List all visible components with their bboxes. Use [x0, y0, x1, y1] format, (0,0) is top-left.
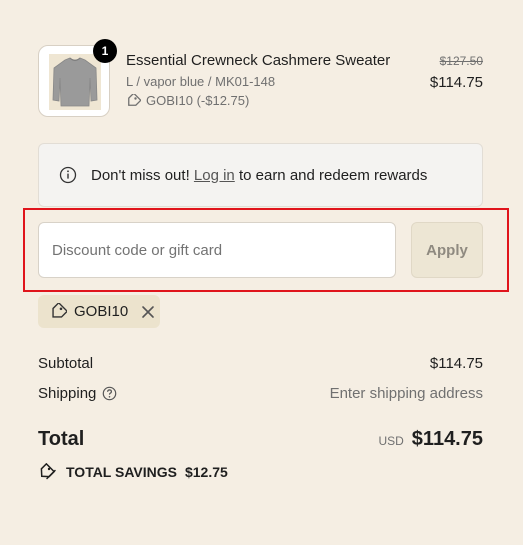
applied-discount-chip: GOBI10: [38, 295, 160, 328]
shipping-value: Enter shipping address: [329, 385, 483, 402]
discount-code-input[interactable]: [38, 222, 396, 278]
total-value-group: USD $114.75: [378, 428, 483, 451]
apply-button[interactable]: Apply: [411, 222, 483, 278]
quantity-badge: 1: [93, 39, 117, 63]
currency-code: USD: [378, 434, 404, 448]
rewards-prefix: Don't miss out!: [91, 166, 190, 184]
login-link[interactable]: Log in: [194, 167, 235, 184]
total-savings: TOTAL SAVINGS $12.75: [38, 463, 228, 481]
product-discount-label: GOBI10 (-$12.75): [146, 93, 250, 108]
shipping-label: Shipping: [38, 385, 97, 402]
total-amount: $114.75: [411, 428, 483, 450]
total-label: Total: [38, 428, 85, 450]
original-price: $127.50: [439, 54, 483, 68]
sweater-image: [49, 54, 101, 110]
subtotal-value: $114.75: [429, 355, 483, 372]
shipping-label-group: Shipping: [38, 385, 117, 402]
product-title: Essential Crewneck Cashmere Sweater: [126, 52, 391, 69]
close-icon: [142, 305, 155, 318]
help-icon[interactable]: [102, 386, 117, 401]
savings-value: $12.75: [184, 464, 228, 480]
remove-discount-button[interactable]: [141, 305, 155, 319]
product-price: $114.75: [429, 74, 483, 91]
rewards-banner: Don't miss out! Log in to earn and redee…: [38, 143, 483, 207]
rewards-suffix: to earn and redeem rewards: [238, 166, 428, 184]
product-variant: L / vapor blue / MK01-148: [126, 74, 276, 89]
info-icon: [59, 166, 77, 184]
product-discount: GOBI10 (-$12.75): [126, 93, 249, 108]
tag-icon: [128, 93, 141, 106]
sweater-icon: [52, 57, 98, 107]
rewards-message: Don't miss out! Log in to earn and redee…: [91, 167, 427, 184]
applied-discount-code: GOBI10: [74, 303, 129, 320]
subtotal-label: Subtotal: [38, 355, 94, 372]
savings-label: TOTAL SAVINGS: [66, 464, 177, 480]
tags-icon: [40, 463, 56, 480]
line-item: 1 Essential Crewneck Cashmere Sweater L …: [38, 39, 483, 117]
tag-icon: [52, 302, 67, 318]
